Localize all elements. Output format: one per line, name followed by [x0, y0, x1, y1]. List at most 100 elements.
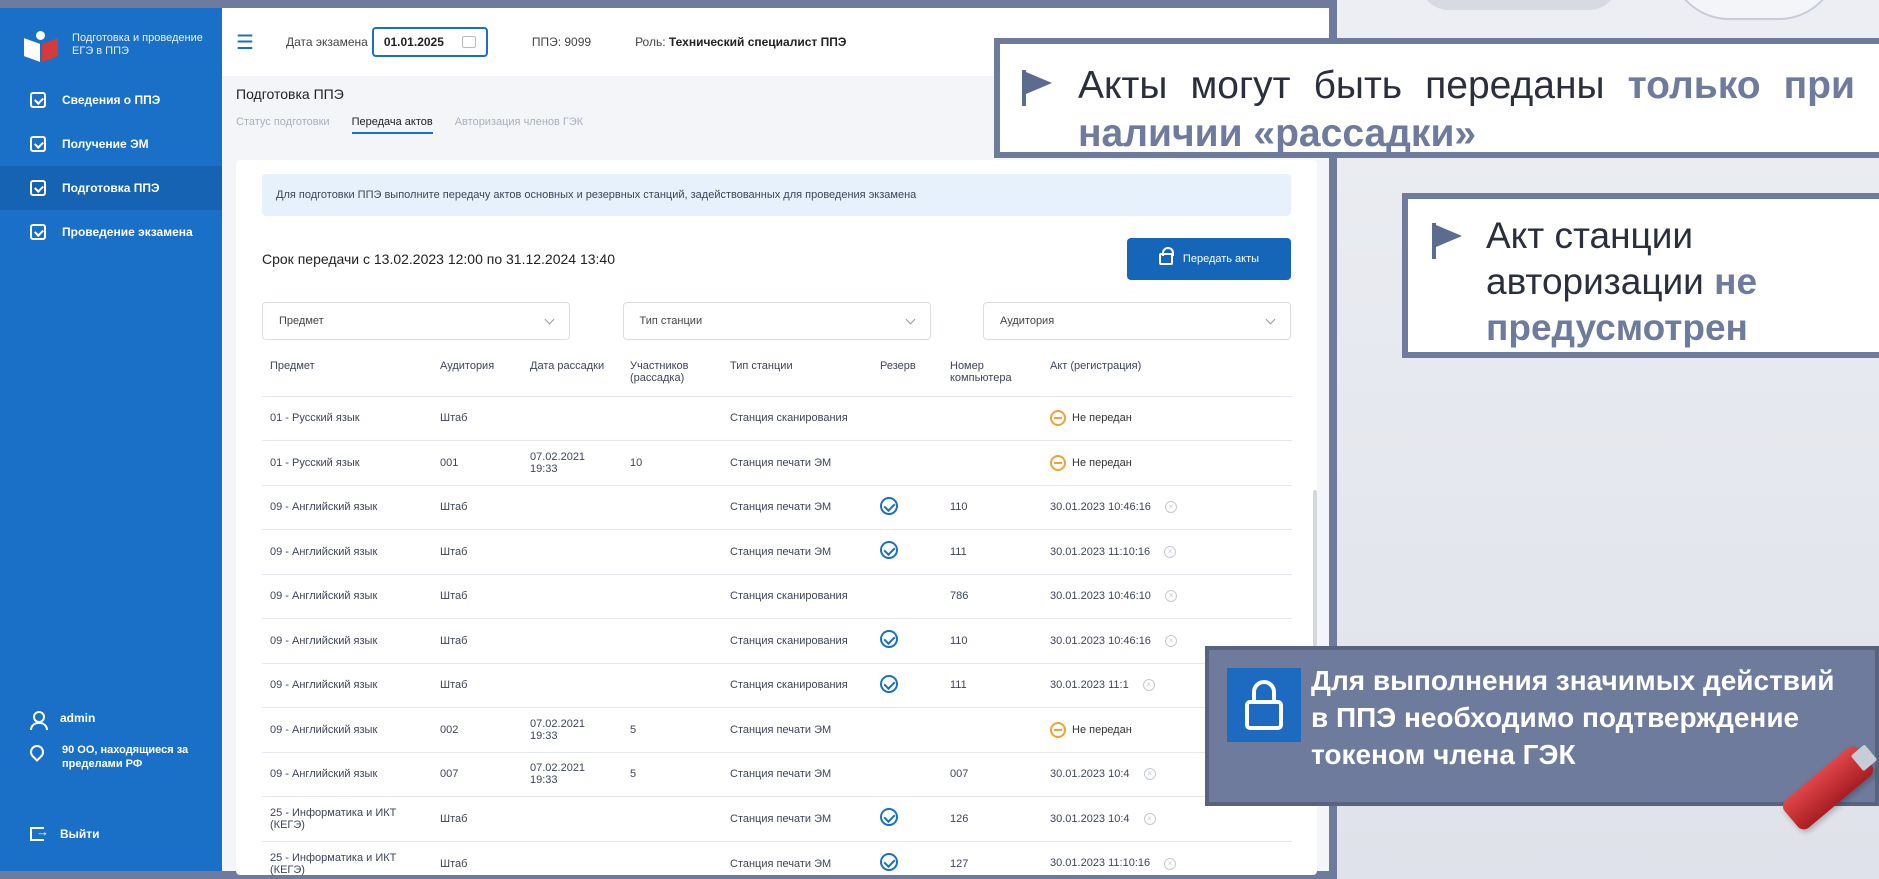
cell-pc-number: 127	[942, 840, 1042, 879]
exam-date-label: Дата экзамена	[286, 35, 368, 49]
table-row[interactable]: 25 - Информатика и ИКТ (КЕГЭ) Штаб Станция…	[262, 840, 1292, 879]
cell-date	[522, 529, 622, 574]
act-timestamp: 30.01.2023 10:46:16	[1050, 501, 1151, 514]
cell-station-type: Станция сканирования	[722, 662, 872, 708]
cell-act: 30.01.2023 10:46:10 ×	[1042, 573, 1292, 619]
cancel-act-icon[interactable]: ×	[1164, 501, 1177, 514]
cell-participants: 5	[622, 751, 722, 797]
table-row[interactable]: 09 - Английский язык Штаб Станция сканиров…	[262, 662, 1292, 708]
deadline-row: Срок передачи с 13.02.2023 12:00 по 31.1…	[262, 238, 1291, 280]
user-row[interactable]: admin	[0, 703, 222, 735]
status-not-sent: Не передан	[1050, 454, 1284, 471]
cell-date: 07.02.2021 19:33	[522, 751, 622, 797]
status-label: Не передан	[1072, 456, 1132, 469]
cancel-act-icon[interactable]: ×	[1164, 634, 1177, 647]
cancel-act-icon[interactable]: ×	[1164, 545, 1177, 558]
cell-station-type: Станция печати ЭМ	[722, 484, 872, 530]
region-row[interactable]: 90 ОО, находящиеся за пределами РФ	[0, 735, 222, 779]
cell-subject: 25 - Информатика и ИКТ (КЕГЭ)	[262, 840, 432, 879]
table-row[interactable]: 09 - Английский язык 002 07.02.2021 19:33 5…	[262, 707, 1292, 752]
status-not-sent: Не передан	[1050, 410, 1284, 427]
col-date: Дата рассадки	[530, 360, 605, 372]
cell-date	[522, 573, 622, 619]
table-row[interactable]: 01 - Русский язык Штаб Станция сканировани…	[262, 395, 1292, 441]
callout-token-note: Для выполнения значимых действий в ППЭ н…	[1205, 646, 1879, 806]
cancel-act-icon[interactable]: ×	[1142, 679, 1155, 692]
cell-station-type: Станция сканирования	[722, 395, 872, 441]
table-row[interactable]: 09 - Английский язык 007 07.02.2021 19:33 5…	[262, 751, 1292, 797]
acts-table: Предмет Аудитория Дата рассадки Участник…	[262, 354, 1292, 879]
logout-button[interactable]: Выйти	[0, 819, 222, 849]
tab-status[interactable]: Статус подготовки	[236, 116, 330, 134]
cancel-act-icon[interactable]: ×	[1143, 768, 1156, 781]
role-info: Роль: Технический специалист ППЭ	[635, 35, 846, 49]
prep-icon	[30, 180, 46, 196]
exam-date-input[interactable]: 01.01.2025	[371, 27, 488, 57]
logo: Подготовка и проведение ЕГЭ в ППЭ	[0, 8, 222, 78]
chevron-down-icon	[544, 314, 555, 324]
col-subject: Предмет	[270, 360, 315, 372]
sidebar-item-ppe-info[interactable]: Сведения о ППЭ	[0, 78, 222, 122]
cell-act: 30.01.2023 11:10:16 ×	[1042, 840, 1292, 879]
callout-seating-note: Акты могут быть переданы только при нали…	[994, 38, 1879, 158]
cell-station-type: Станция печати ЭМ	[722, 529, 872, 574]
table-row[interactable]: 09 - Английский язык Штаб Станция печати Э…	[262, 484, 1292, 530]
deadline-text: Срок передачи с 13.02.2023 12:00 по 31.1…	[262, 251, 616, 267]
cell-auditorium: 002	[432, 707, 522, 752]
cell-auditorium: Штаб	[432, 840, 522, 879]
tab-gek-auth[interactable]: Авторизация членов ГЭК	[455, 116, 583, 134]
sidebar-item-exam[interactable]: Проведение экзамена	[0, 210, 222, 254]
menu-collapse-icon[interactable]: ☰	[236, 30, 256, 55]
cell-act: Не передан	[1042, 440, 1292, 485]
tab-transfer-acts[interactable]: Передача актов	[351, 116, 433, 134]
sidebar-item-label: Проведение экзамена	[62, 225, 193, 239]
status-label: Не передан	[1072, 412, 1132, 425]
lock-icon	[1227, 668, 1301, 742]
cell-pc-number	[942, 395, 1042, 441]
cell-act: Не передан	[1042, 395, 1292, 441]
user-name: admin	[60, 711, 96, 725]
cell-pc-number	[942, 707, 1042, 752]
cancel-act-icon[interactable]: ×	[1143, 812, 1156, 825]
minus-circle-icon	[1050, 721, 1066, 738]
send-acts-button[interactable]: Передать акты	[1127, 238, 1291, 280]
table-row[interactable]: 01 - Русский язык 001 07.02.2021 19:33 10 Ст…	[262, 440, 1292, 485]
location-pin-icon	[27, 742, 47, 762]
role-value: Технический специалист ППЭ	[668, 35, 847, 49]
cell-auditorium: Штаб	[432, 395, 522, 441]
logo-icon	[24, 31, 58, 62]
col-station-type: Тип станции	[730, 360, 793, 372]
cell-subject: 09 - Английский язык	[262, 484, 432, 530]
auditorium-select[interactable]: Аудитория	[983, 302, 1291, 340]
cell-auditorium: Штаб	[432, 618, 522, 663]
table-row[interactable]: 09 - Английский язык Штаб Станция печати Э…	[262, 529, 1292, 574]
cell-auditorium: Штаб	[432, 484, 522, 530]
cell-date	[522, 662, 622, 708]
filters: Предмет Тип станции Аудитория	[262, 302, 1291, 340]
cell-pc-number: 786	[942, 573, 1042, 619]
cell-participants	[622, 840, 722, 879]
station-type-select-label: Тип станции	[639, 315, 703, 327]
check-circle-icon	[880, 630, 898, 649]
cell-auditorium: Штаб	[432, 796, 522, 841]
table-row[interactable]: 09 - Английский язык Штаб Станция сканиров…	[262, 573, 1292, 619]
callout-auth-station-note: Акт станции авторизации не предусмотрен	[1402, 193, 1879, 358]
subject-select[interactable]: Предмет	[262, 302, 570, 340]
table-row[interactable]: 09 - Английский язык Штаб Станция сканиров…	[262, 618, 1292, 663]
station-type-select[interactable]: Тип станции	[622, 302, 931, 340]
table-row[interactable]: 25 - Информатика и ИКТ (КЕГЭ) Штаб Станция…	[262, 796, 1292, 841]
cancel-act-icon[interactable]: ×	[1164, 590, 1177, 603]
cancel-act-icon[interactable]: ×	[1164, 857, 1177, 870]
calendar-icon[interactable]	[461, 36, 476, 48]
cell-reserve	[872, 662, 942, 708]
cell-reserve	[872, 573, 942, 619]
sidebar-item-receive-em[interactable]: Получение ЭМ	[0, 122, 222, 166]
sidebar-item-ppe-preparation[interactable]: Подготовка ППЭ	[0, 166, 222, 210]
act-timestamp: 30.01.2023 10:4	[1050, 812, 1130, 825]
lock-icon	[1158, 247, 1174, 265]
act-timestamp: 30.01.2023 10:46:10	[1050, 590, 1151, 603]
cell-participants: 10	[622, 440, 722, 485]
cell-auditorium: 007	[432, 751, 522, 797]
cell-auditorium: Штаб	[432, 573, 522, 619]
logout-icon	[30, 824, 49, 841]
